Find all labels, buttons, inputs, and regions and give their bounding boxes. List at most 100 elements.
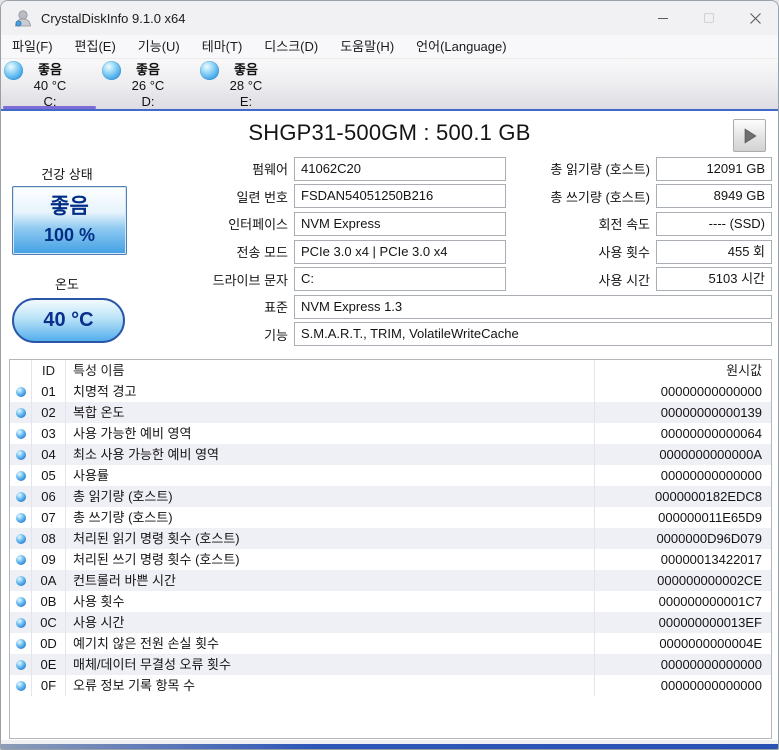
- attr-name: 매체/데이터 무결성 오류 횟수: [66, 654, 595, 675]
- attr-raw-value: 00000000000000: [660, 657, 762, 672]
- table-row[interactable]: 0A 컨트롤러 바쁜 시간 000000000002CE: [10, 570, 771, 591]
- table-row[interactable]: 0E 매체/데이터 무결성 오류 횟수 00000000000000: [10, 654, 771, 675]
- status-dot-icon: [15, 512, 26, 523]
- table-row[interactable]: 02 복합 온도 00000000000139: [10, 402, 771, 423]
- attr-id: 0C: [32, 612, 66, 633]
- drive-info-fields: 펌웨어 41062C20 총 읽기량 (호스트) 12091 GB 일련 번호 …: [133, 155, 772, 348]
- table-row[interactable]: 09 처리된 쓰기 명령 횟수 (호스트) 00000013422017: [10, 549, 771, 570]
- attr-name: 예기치 않은 전원 손실 횟수: [66, 633, 595, 654]
- attr-raw-value: 00000013422017: [660, 552, 762, 567]
- attr-name: 총 쓰기량 (호스트): [66, 507, 595, 528]
- close-icon: [749, 12, 761, 24]
- menu-function[interactable]: 기능(U): [127, 35, 191, 58]
- menu-help[interactable]: 도움말(H): [329, 35, 405, 58]
- health-status-badge: 좋음 100 %: [12, 186, 127, 255]
- maximize-icon: [703, 12, 715, 24]
- table-row[interactable]: 07 총 쓰기량 (호스트) 000000011E65D9: [10, 507, 771, 528]
- table-row[interactable]: 05 사용률 00000000000000: [10, 465, 771, 486]
- serial-label: 일련 번호: [236, 189, 288, 205]
- attr-name: 처리된 쓰기 명령 횟수 (호스트): [66, 549, 595, 570]
- status-dot-column-header: [10, 360, 32, 381]
- tab-temp-label: 28 °C: [229, 78, 263, 93]
- standard-value: NVM Express 1.3: [294, 294, 772, 319]
- menu-edit[interactable]: 편집(E): [64, 35, 127, 58]
- attr-raw-value: 000000000013EF: [658, 615, 762, 630]
- attr-id: 01: [32, 381, 66, 402]
- status-dot-icon: [15, 659, 26, 670]
- features-label: 기능: [264, 327, 288, 343]
- attr-raw-value: 00000000000000: [660, 384, 762, 399]
- attr-id: 0A: [32, 570, 66, 591]
- drive-letter-value: C:: [294, 267, 506, 292]
- next-drive-button[interactable]: [733, 119, 766, 152]
- table-row[interactable]: 0D 예기치 않은 전원 손실 횟수 0000000000004E: [10, 633, 771, 654]
- table-row[interactable]: 01 치명적 경고 00000000000000: [10, 381, 771, 402]
- temperature-label: 온도: [55, 277, 79, 292]
- drive-tab-c[interactable]: 좋음 40 °C C:: [1, 59, 99, 109]
- interface-label: 인터페이스: [228, 217, 288, 233]
- smart-attribute-table: ID 특성 이름 원시값 01 치명적 경고 00000000000000 02…: [9, 359, 772, 739]
- attr-raw-value: 00000000000139: [660, 405, 762, 420]
- attr-name: 복합 온도: [66, 402, 595, 423]
- status-dot-icon: [15, 596, 26, 607]
- table-row[interactable]: 03 사용 가능한 예비 영역 00000000000064: [10, 423, 771, 444]
- drive-title: SHGP31-500GM : 500.1 GB: [248, 120, 531, 145]
- menubar: 파일(F) 편집(E) 기능(U) 테마(T) 디스크(D) 도움말(H) 언어…: [1, 35, 778, 59]
- attr-id: 06: [32, 486, 66, 507]
- window-controls: [640, 1, 778, 35]
- table-row[interactable]: 04 최소 사용 가능한 예비 영역 0000000000000A: [10, 444, 771, 465]
- table-row[interactable]: 0C 사용 시간 000000000013EF: [10, 612, 771, 633]
- features-value: S.M.A.R.T., TRIM, VolatileWriteCache: [294, 322, 772, 347]
- drive-letter-label: 드라이브 문자: [212, 272, 288, 288]
- attr-name: 컨트롤러 바쁜 시간: [66, 570, 595, 591]
- menu-language[interactable]: 언어(Language): [405, 35, 517, 58]
- attr-id: 0B: [32, 591, 66, 612]
- drive-tab-strip: 좋음 40 °C C: 좋음 26 °C D: 좋음 28 °C E:: [1, 59, 778, 111]
- attr-id: 03: [32, 423, 66, 444]
- temperature-badge: 40 °C: [12, 298, 125, 343]
- attr-raw-value: 0000000182EDC8: [655, 489, 762, 504]
- attr-id: 09: [32, 549, 66, 570]
- attr-id: 08: [32, 528, 66, 549]
- attr-name: 치명적 경고: [66, 381, 595, 402]
- table-row[interactable]: 08 처리된 읽기 명령 횟수 (호스트) 0000000D96D079: [10, 528, 771, 549]
- status-dot-icon: [15, 617, 26, 628]
- status-dot-icon: [15, 470, 26, 481]
- disk-status-icon: [102, 61, 121, 80]
- power-on-count-label: 사용 횟수: [598, 245, 650, 261]
- attr-id: 05: [32, 465, 66, 486]
- menu-disk[interactable]: 디스크(D): [253, 35, 329, 58]
- maximize-button[interactable]: [686, 1, 732, 35]
- attr-id: 07: [32, 507, 66, 528]
- status-dot-icon: [15, 407, 26, 418]
- interface-value: NVM Express: [294, 211, 506, 236]
- attr-id: 0E: [32, 654, 66, 675]
- attr-id: 02: [32, 402, 66, 423]
- table-header-row: ID 특성 이름 원시값: [10, 360, 771, 381]
- rotation-rate-value: ---- (SSD): [656, 211, 772, 236]
- table-row[interactable]: 0B 사용 횟수 000000000001C7: [10, 591, 771, 612]
- attr-name: 오류 정보 기록 항목 수: [66, 675, 595, 696]
- tab-letter-label: E:: [239, 94, 253, 109]
- name-column-header: 특성 이름: [66, 360, 595, 381]
- menu-theme[interactable]: 테마(T): [191, 35, 254, 58]
- rotation-rate-label: 회전 속도: [598, 217, 650, 233]
- minimize-button[interactable]: [640, 1, 686, 35]
- drive-tab-d[interactable]: 좋음 26 °C D:: [99, 59, 197, 109]
- attr-raw-value: 0000000000004E: [659, 636, 762, 651]
- status-dot-icon: [15, 680, 26, 691]
- attr-name: 처리된 읽기 명령 횟수 (호스트): [66, 528, 595, 549]
- attr-name: 사용 횟수: [66, 591, 595, 612]
- health-section-label: 건강 상태: [41, 167, 93, 182]
- close-button[interactable]: [732, 1, 778, 35]
- host-reads-label: 총 읽기량 (호스트): [550, 162, 650, 178]
- attr-id: 0D: [32, 633, 66, 654]
- table-row[interactable]: 06 총 읽기량 (호스트) 0000000182EDC8: [10, 486, 771, 507]
- menu-file[interactable]: 파일(F): [1, 35, 64, 58]
- attr-name: 사용 가능한 예비 영역: [66, 423, 595, 444]
- power-on-count-value: 455 회: [656, 239, 772, 264]
- status-dot-icon: [15, 386, 26, 397]
- drive-tab-e[interactable]: 좋음 28 °C E:: [197, 59, 295, 109]
- table-row[interactable]: 0F 오류 정보 기록 항목 수 00000000000000: [10, 675, 771, 696]
- host-writes-value: 8949 GB: [656, 184, 772, 209]
